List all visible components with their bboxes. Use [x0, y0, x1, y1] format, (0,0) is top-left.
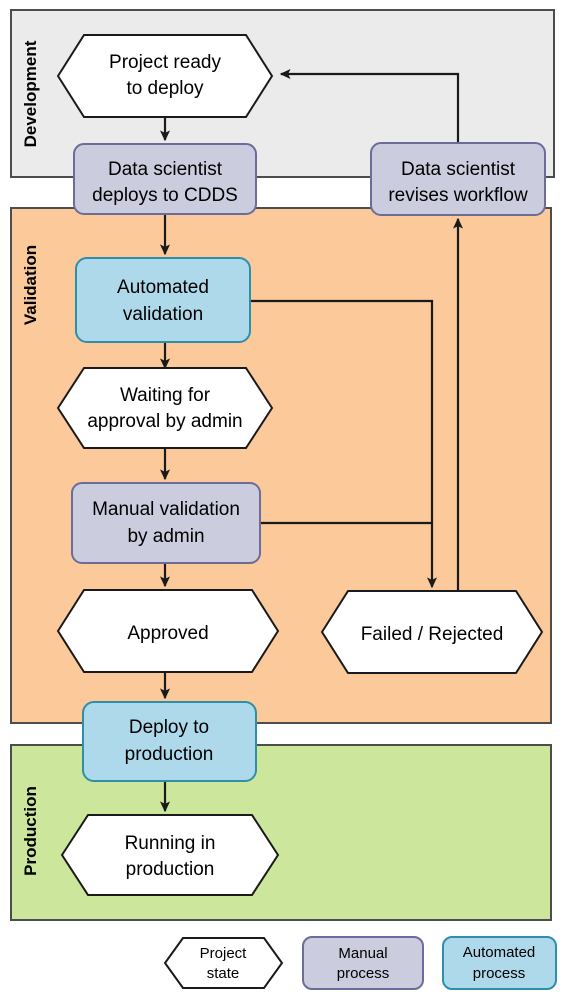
node-project-ready[interactable]: Project ready to deploy [56, 34, 274, 118]
node-revises-workflow[interactable]: Data scientist revises workflow [370, 142, 546, 216]
legend-automated-process-label-line1: Automated [463, 944, 536, 961]
waiting-for-approval-label-line2: approval by admin [87, 411, 242, 432]
deploy-to-production-label-line2: production [125, 744, 214, 765]
legend: Project state Manual process Automated p… [163, 936, 557, 990]
node-deploys-to-cdds[interactable]: Data scientist deploys to CDDS [73, 143, 257, 215]
manual-validation-label-line2: by admin [127, 526, 204, 547]
legend-item-automated-process: Automated process [442, 936, 557, 990]
waiting-for-approval-label-line1: Waiting for [120, 385, 211, 406]
deploys-to-cdds-label-line2: deploys to CDDS [92, 185, 238, 206]
legend-automated-process-label-line2: process [473, 965, 526, 982]
flowchart-canvas: Development Validation Production Projec… [10, 9, 557, 990]
node-automated-validation[interactable]: Automated validation [75, 257, 251, 343]
waiting-for-approval-hexagon [56, 367, 274, 449]
legend-project-state-label-line2: state [207, 965, 240, 982]
approved-label: Approved [127, 623, 208, 644]
legend-project-state-label-line1: Project [200, 945, 248, 962]
project-ready-hexagon [56, 34, 274, 118]
running-in-production-hexagon [60, 814, 280, 896]
deploys-to-cdds-label-line1: Data scientist [108, 159, 223, 180]
project-ready-label-line1: Project ready [109, 52, 221, 73]
node-failed-rejected[interactable]: Failed / Rejected [320, 590, 544, 674]
legend-item-manual-process: Manual process [302, 936, 424, 990]
manual-validation-box [71, 482, 261, 564]
manual-validation-label-line1: Manual validation [92, 499, 240, 520]
lane-validation-label: Validation [21, 245, 40, 325]
lane-production-label: Production [21, 786, 40, 876]
revises-workflow-label-line2: revises workflow [388, 185, 528, 206]
node-deploy-to-production[interactable]: Deploy to production [82, 701, 257, 782]
legend-manual-process-label-line1: Manual [338, 945, 387, 962]
legend-manual-process-label-line2: process [337, 965, 390, 982]
deploy-to-production-label-line1: Deploy to [129, 717, 209, 738]
lane-development-label: Development [21, 40, 40, 147]
node-approved[interactable]: Approved [56, 589, 280, 673]
project-ready-label-line2: to deploy [126, 78, 204, 99]
revises-workflow-label-line1: Data scientist [401, 159, 516, 180]
flowchart-diagram: Development Validation Production Projec… [0, 0, 564, 996]
automated-validation-label-line1: Automated [117, 277, 209, 298]
node-waiting-for-approval[interactable]: Waiting for approval by admin [56, 367, 274, 449]
deploy-to-production-box [82, 701, 257, 782]
running-in-production-label-line1: Running in [125, 833, 216, 854]
automated-validation-box [75, 257, 251, 343]
node-manual-validation[interactable]: Manual validation by admin [71, 482, 261, 564]
legend-item-project-state: Project state [163, 937, 284, 989]
node-running-in-production[interactable]: Running in production [60, 814, 280, 896]
running-in-production-label-line2: production [126, 859, 215, 880]
automated-validation-label-line2: validation [123, 304, 203, 325]
failed-rejected-label: Failed / Rejected [361, 624, 504, 645]
